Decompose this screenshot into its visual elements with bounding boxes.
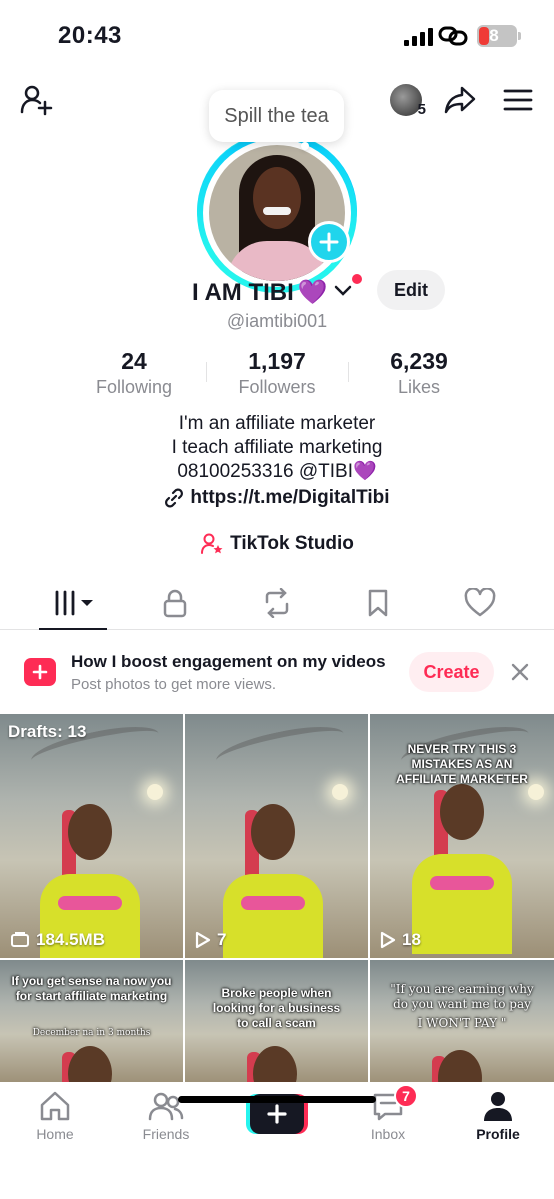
- bio-link-text: https://t.me/DigitalTibi: [190, 487, 390, 508]
- followers-count: 1,197: [248, 348, 306, 374]
- likes-label: Likes: [397, 377, 441, 397]
- likes-count: 6,239: [390, 348, 448, 374]
- video-tile[interactable]: Broke people when looking for a business…: [185, 960, 368, 1084]
- video-subcaption: I WON'T PAY ": [417, 1016, 507, 1030]
- plus-icon: [319, 232, 339, 252]
- profile-visitors-button[interactable]: 5: [384, 80, 428, 120]
- nav-inbox-label: Inbox: [370, 1126, 406, 1142]
- tab-favorites[interactable]: [343, 578, 413, 628]
- banner-create-button[interactable]: Create: [409, 652, 494, 692]
- videos-grid-icon: [55, 590, 93, 616]
- following-label: Following: [95, 377, 173, 397]
- tile-meta: 7: [195, 930, 226, 950]
- view-count: 18: [402, 930, 421, 949]
- followers-label: Followers: [238, 377, 316, 397]
- home-indicator[interactable]: [178, 1096, 376, 1103]
- chevron-down-icon[interactable]: [334, 284, 352, 298]
- tile-meta: 18: [380, 930, 421, 950]
- hotspot-link-icon: [438, 26, 468, 46]
- tile-meta: 184.5MB: [10, 930, 105, 950]
- tab-private[interactable]: [140, 578, 210, 628]
- banner-subtitle: Post photos to get more views.: [71, 676, 277, 693]
- nav-home-label: Home: [36, 1126, 74, 1142]
- following-count: 24: [121, 348, 147, 374]
- display-name[interactable]: I AM TIBI 💜: [192, 278, 328, 307]
- repost-icon: [265, 588, 289, 618]
- bio-line-3: 08100253316 @TIBI💜: [177, 461, 377, 482]
- video-caption: NEVER TRY THIS 3 MISTAKES AS AN AFFILIAT…: [396, 742, 528, 786]
- link-icon: [165, 488, 184, 508]
- status-time: 20:43: [58, 22, 122, 49]
- video-tile[interactable]: 7: [185, 714, 368, 958]
- display-name-text: I AM TIBI: [192, 279, 294, 306]
- home-icon: [40, 1091, 70, 1121]
- username: @iamtibi001: [226, 311, 328, 331]
- share-profile-button[interactable]: [440, 80, 480, 120]
- tab-liked[interactable]: [445, 578, 515, 628]
- add-photo-icon: [24, 658, 56, 686]
- drafts-count: Drafts: 13: [8, 722, 87, 741]
- tab-videos[interactable]: [39, 578, 109, 630]
- bio-line-2: I teach affiliate marketing: [171, 437, 383, 458]
- folder-icon: [11, 932, 29, 947]
- visitor-count: 5: [417, 101, 426, 118]
- battery-level: 8: [489, 26, 499, 45]
- video-caption: If you get sense na now you for start af…: [11, 974, 172, 1003]
- bio-line-1: I'm an affiliate marketer: [178, 413, 376, 434]
- purple-heart-emoji: 💜: [297, 279, 328, 306]
- story-tooltip[interactable]: Spill the tea: [209, 90, 344, 150]
- tiktok-studio-link[interactable]: TikTok Studio: [0, 532, 554, 556]
- stat-likes[interactable]: 6,239 Likes: [349, 348, 489, 398]
- share-arrow-icon: [444, 86, 476, 114]
- banner-title: How I boost engagement on my videos: [71, 652, 386, 671]
- draft-size: 184.5MB: [36, 930, 105, 949]
- plus-icon: [267, 1104, 287, 1124]
- video-subcaption: December na in 3 months: [32, 1028, 151, 1038]
- profile-icon: [484, 1092, 512, 1121]
- studio-label: TikTok Studio: [230, 533, 354, 554]
- add-person-icon: [20, 85, 53, 116]
- add-friend-button[interactable]: [16, 80, 56, 120]
- bookmark-icon: [368, 589, 388, 617]
- signal-icon: [404, 28, 433, 46]
- close-icon[interactable]: [508, 660, 532, 684]
- video-caption: Broke people when looking for a business…: [212, 986, 341, 1030]
- add-story-button[interactable]: [308, 221, 350, 263]
- battery-icon: 8: [477, 25, 521, 47]
- lock-icon: [163, 589, 187, 618]
- tooltip-text: Spill the tea: [224, 104, 329, 127]
- play-icon: [195, 931, 211, 949]
- nav-home[interactable]: Home: [10, 1090, 100, 1142]
- nav-friends-label: Friends: [142, 1126, 190, 1142]
- hamburger-icon: [503, 89, 533, 111]
- nav-profile[interactable]: Profile: [453, 1090, 543, 1142]
- notification-dot: [352, 274, 362, 284]
- status-bar: 20:43 8: [0, 0, 554, 72]
- content-tabs: [0, 578, 554, 630]
- bio-link[interactable]: https://t.me/DigitalTibi: [164, 486, 390, 510]
- video-tile[interactable]: If you get sense na now you for start af…: [0, 960, 183, 1084]
- profile-stats: 24 Following 1,197 Followers 6,239 Likes: [0, 348, 554, 408]
- studio-person-star-icon: [201, 533, 223, 554]
- friends-icon: [148, 1092, 184, 1121]
- play-icon: [380, 931, 396, 949]
- stat-following[interactable]: 24 Following: [64, 348, 204, 398]
- stat-followers[interactable]: 1,197 Followers: [207, 348, 347, 398]
- view-count: 7: [217, 930, 227, 949]
- name-row: I AM TIBI 💜 Edit: [0, 270, 554, 314]
- menu-button[interactable]: [498, 80, 538, 120]
- tab-reposts[interactable]: [242, 578, 312, 628]
- edit-profile-button[interactable]: Edit: [377, 270, 445, 310]
- video-grid: Drafts: 13 184.5MB 7 NEVER TRY THIS 3 MI…: [0, 714, 554, 1086]
- heart-icon: [464, 588, 496, 617]
- video-tile[interactable]: NEVER TRY THIS 3 MISTAKES AS AN AFFILIAT…: [370, 714, 554, 958]
- nav-profile-label: Profile: [476, 1126, 520, 1142]
- inbox-badge: 7: [394, 1084, 418, 1108]
- bio: I'm an affiliate marketer I teach affili…: [0, 412, 554, 515]
- video-caption: "If you are earning why do you want me t…: [390, 982, 534, 1011]
- photo-promo-banner: How I boost engagement on my videos Post…: [0, 632, 554, 712]
- video-tile-drafts[interactable]: Drafts: 13 184.5MB: [0, 714, 183, 958]
- avatar-frame: [197, 133, 357, 293]
- video-tile[interactable]: "If you are earning why do you want me t…: [370, 960, 554, 1084]
